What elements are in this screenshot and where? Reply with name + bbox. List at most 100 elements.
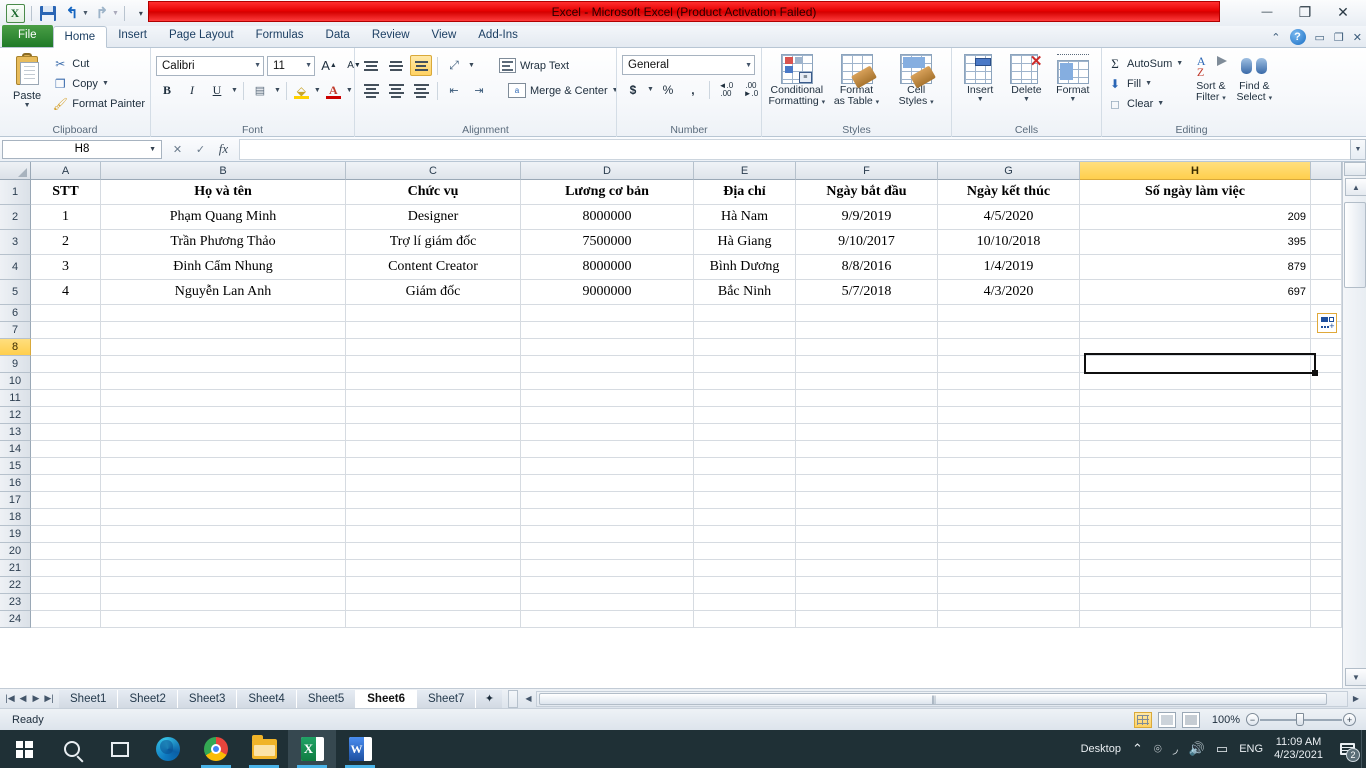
- edge-taskbar-button[interactable]: [144, 730, 192, 768]
- row-header-7[interactable]: 7: [0, 322, 31, 339]
- cell-f8[interactable]: [796, 339, 938, 356]
- cell-d14[interactable]: [521, 441, 694, 458]
- cell-e1[interactable]: Địa chỉ: [694, 180, 796, 205]
- cell-i9[interactable]: [1311, 356, 1342, 373]
- cell-i20[interactable]: [1311, 543, 1342, 560]
- cell-f17[interactable]: [796, 492, 938, 509]
- tab-review[interactable]: Review: [361, 25, 421, 47]
- cell-e14[interactable]: [694, 441, 796, 458]
- zoom-in-button[interactable]: +: [1343, 713, 1356, 726]
- cell-a6[interactable]: [31, 305, 101, 322]
- cell-b22[interactable]: [101, 577, 346, 594]
- cell-h18[interactable]: [1080, 509, 1311, 526]
- cell-f13[interactable]: [796, 424, 938, 441]
- sheet-tab-sheet2[interactable]: Sheet2: [118, 689, 178, 708]
- cancel-formula-icon[interactable]: ✕: [166, 139, 189, 159]
- task-view-button[interactable]: [96, 730, 144, 768]
- cell-i13[interactable]: [1311, 424, 1342, 441]
- cell-b12[interactable]: [101, 407, 346, 424]
- cell-i16[interactable]: [1311, 475, 1342, 492]
- cell-i15[interactable]: [1311, 458, 1342, 475]
- cell-f12[interactable]: [796, 407, 938, 424]
- undo-dropdown-icon[interactable]: ▼: [82, 10, 89, 17]
- cell-b9[interactable]: [101, 356, 346, 373]
- cell-h11[interactable]: [1080, 390, 1311, 407]
- notification-center-button[interactable]: 2: [1334, 730, 1360, 768]
- cell-d19[interactable]: [521, 526, 694, 543]
- minimize-button[interactable]: [1248, 0, 1286, 24]
- bold-button[interactable]: B: [156, 80, 178, 101]
- column-header-b[interactable]: B: [101, 162, 346, 180]
- tab-page-layout[interactable]: Page Layout: [158, 25, 245, 47]
- cell-g12[interactable]: [938, 407, 1080, 424]
- cell-d23[interactable]: [521, 594, 694, 611]
- cell-f6[interactable]: [796, 305, 938, 322]
- cell-e13[interactable]: [694, 424, 796, 441]
- paste-button[interactable]: Paste ▼: [5, 53, 49, 109]
- cell-i5[interactable]: [1311, 280, 1342, 305]
- sheet-tab-sheet1[interactable]: Sheet1: [59, 689, 119, 708]
- cell-g2[interactable]: 4/5/2020: [938, 205, 1080, 230]
- cell-h21[interactable]: [1080, 560, 1311, 577]
- select-all-button[interactable]: [0, 162, 31, 180]
- cell-f21[interactable]: [796, 560, 938, 577]
- cell-f4[interactable]: 8/8/2016: [796, 255, 938, 280]
- cell-b2[interactable]: Phạm Quang Minh: [101, 205, 346, 230]
- zoom-level-label[interactable]: 100%: [1206, 714, 1240, 726]
- cell-e4[interactable]: Bình Dương: [694, 255, 796, 280]
- cell-d17[interactable]: [521, 492, 694, 509]
- cell-i8[interactable]: [1311, 339, 1342, 356]
- row-header-8[interactable]: 8: [0, 339, 31, 356]
- cell-a20[interactable]: [31, 543, 101, 560]
- cut-button[interactable]: ✂ Cut: [52, 55, 145, 72]
- row-header-13[interactable]: 13: [0, 424, 31, 441]
- cell-g5[interactable]: 4/3/2020: [938, 280, 1080, 305]
- row-header-18[interactable]: 18: [0, 509, 31, 526]
- autosum-button[interactable]: Σ AutoSum ▼: [1107, 55, 1183, 72]
- cell-g10[interactable]: [938, 373, 1080, 390]
- show-desktop-button[interactable]: [1361, 730, 1366, 768]
- percent-format-button[interactable]: %: [657, 79, 679, 100]
- cell-h23[interactable]: [1080, 594, 1311, 611]
- cell-e22[interactable]: [694, 577, 796, 594]
- horizontal-scroll-track[interactable]: |||: [536, 690, 1348, 707]
- page-layout-view-button[interactable]: [1158, 711, 1176, 728]
- fill-color-dropdown-icon[interactable]: ▼: [314, 87, 321, 94]
- sheet-tab-sheet6[interactable]: Sheet6: [356, 689, 417, 708]
- paste-options-smart-tag[interactable]: +: [1317, 313, 1337, 333]
- cell-g16[interactable]: [938, 475, 1080, 492]
- cell-c7[interactable]: [346, 322, 521, 339]
- cell-i4[interactable]: [1311, 255, 1342, 280]
- align-right-button[interactable]: [410, 80, 432, 101]
- cell-g4[interactable]: 1/4/2019: [938, 255, 1080, 280]
- cell-b6[interactable]: [101, 305, 346, 322]
- cell-a16[interactable]: [31, 475, 101, 492]
- cell-h7[interactable]: [1080, 322, 1311, 339]
- format-cells-button[interactable]: Format ▼: [1050, 53, 1096, 103]
- paste-dropdown-icon[interactable]: ▼: [24, 102, 31, 109]
- zoom-slider-thumb[interactable]: [1296, 713, 1304, 726]
- cell-i12[interactable]: [1311, 407, 1342, 424]
- ins`ert-worksheet-icon[interactable]: ✦: [476, 689, 503, 708]
- cell-h17[interactable]: [1080, 492, 1311, 509]
- cell-c6[interactable]: [346, 305, 521, 322]
- cell-f22[interactable]: [796, 577, 938, 594]
- cell-c16[interactable]: [346, 475, 521, 492]
- sort-filter-button[interactable]: A Z Sort & Filter ▾: [1189, 53, 1232, 103]
- cell-d16[interactable]: [521, 475, 694, 492]
- cell-a11[interactable]: [31, 390, 101, 407]
- sheet-tab-sheet7[interactable]: Sheet7: [416, 689, 477, 708]
- tab-formulas[interactable]: Formulas: [245, 25, 315, 47]
- cell-a17[interactable]: [31, 492, 101, 509]
- cell-e19[interactable]: [694, 526, 796, 543]
- cell-d2[interactable]: 8000000: [521, 205, 694, 230]
- cell-f23[interactable]: [796, 594, 938, 611]
- column-header-h[interactable]: H: [1080, 162, 1311, 180]
- cell-b17[interactable]: [101, 492, 346, 509]
- underline-dropdown-icon[interactable]: ▼: [231, 87, 238, 94]
- orientation-dropdown-icon[interactable]: ▼: [468, 62, 475, 69]
- cell-d24[interactable]: [521, 611, 694, 628]
- sheet-tab-sheet4[interactable]: Sheet4: [237, 689, 297, 708]
- row-header-1[interactable]: 1: [0, 180, 31, 205]
- cell-f19[interactable]: [796, 526, 938, 543]
